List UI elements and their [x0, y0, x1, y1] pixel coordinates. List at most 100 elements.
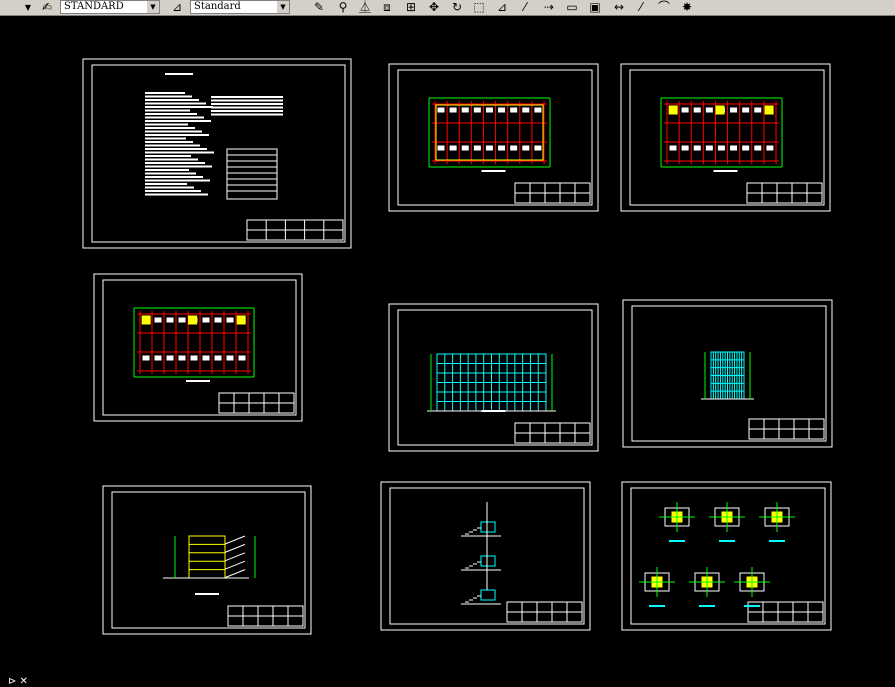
properties-toolbar: ▼ ✍ STANDARD ▼ ⊿ Standard ▼ ✎ ⚲ ⏅ ⧈ ⊞ ✥ …	[0, 0, 895, 16]
stair-line	[224, 543, 246, 553]
room-label	[437, 107, 445, 113]
ground-floor-plan-sheet	[388, 63, 599, 212]
room-label	[522, 145, 530, 151]
stair-detail	[480, 589, 496, 601]
room-label	[510, 145, 518, 151]
sheet-inner-border	[629, 69, 825, 206]
plan-outline	[434, 103, 545, 162]
room-label	[485, 107, 493, 113]
room-label	[742, 145, 750, 151]
room-label	[681, 107, 689, 113]
sheet-inner-border	[397, 69, 593, 206]
text-style-value: STANDARD	[64, 1, 124, 12]
room-label	[705, 107, 713, 113]
sheet-inner-border	[397, 309, 593, 446]
dim-style-icon[interactable]: ⊿	[168, 0, 186, 15]
room-label	[730, 107, 738, 113]
room-label	[461, 107, 469, 113]
arc-icon[interactable]: ⌒	[655, 0, 673, 15]
room-label	[166, 355, 174, 361]
room-label	[226, 317, 234, 323]
column-detail-sheet	[621, 481, 832, 631]
room-label	[238, 355, 246, 361]
extend-icon[interactable]: ⇢	[540, 0, 558, 15]
trim-icon[interactable]: ⁄	[516, 0, 534, 15]
scale-icon[interactable]: ⬚	[470, 0, 488, 15]
break-icon[interactable]: ▭	[563, 0, 581, 15]
room-label	[705, 145, 713, 151]
room-label	[498, 107, 506, 113]
stair-line	[224, 552, 246, 562]
room-label	[449, 107, 457, 113]
stair-highlight	[715, 105, 725, 115]
room-label	[693, 145, 701, 151]
stair-line	[224, 569, 246, 579]
room-label	[166, 317, 174, 323]
dim-style-value: Standard	[194, 1, 241, 12]
sheet-border	[388, 303, 599, 452]
dim-style-select[interactable]: Standard ▼	[190, 0, 290, 14]
room-label	[522, 107, 530, 113]
room-label	[142, 355, 150, 361]
room-label	[510, 107, 518, 113]
join-icon[interactable]: ▣	[586, 0, 604, 15]
array-icon[interactable]: ⊞	[402, 0, 420, 15]
section-outline	[188, 535, 226, 579]
room-label	[202, 317, 210, 323]
stair-highlight	[141, 315, 151, 325]
room-label	[766, 145, 774, 151]
room-label	[214, 317, 222, 323]
mirror-icon[interactable]: ⏅	[356, 0, 374, 15]
text-style-icon[interactable]: ✍	[38, 0, 56, 15]
room-label	[473, 145, 481, 151]
room-label	[693, 107, 701, 113]
room-label	[214, 355, 222, 361]
fillet-icon[interactable]: ⁄	[632, 0, 650, 15]
room-label	[154, 317, 162, 323]
measure-icon[interactable]: ⚲	[334, 0, 352, 15]
side-elevation-sheet	[622, 299, 833, 448]
room-label	[178, 317, 186, 323]
stair-highlight	[668, 105, 678, 115]
room-label	[534, 107, 542, 113]
room-label	[437, 145, 445, 151]
room-label	[154, 355, 162, 361]
sheet-border	[93, 273, 303, 422]
room-label	[226, 355, 234, 361]
stair-highlight	[236, 315, 246, 325]
move-icon[interactable]: ✥	[425, 0, 443, 15]
room-label	[681, 145, 689, 151]
text-style-select[interactable]: STANDARD ▼	[60, 0, 160, 14]
room-label	[534, 145, 542, 151]
offset-icon[interactable]: ⧈	[378, 0, 396, 15]
room-label	[473, 107, 481, 113]
sheet-border	[102, 485, 312, 635]
highlight-outline	[435, 104, 544, 161]
stair-line	[224, 535, 246, 545]
layer-dropdown-arrow[interactable]: ▼	[22, 2, 34, 13]
stair-detail	[480, 555, 496, 567]
room-label	[461, 145, 469, 151]
explode-icon[interactable]: ✸	[678, 0, 696, 15]
roof-plan-sheet	[93, 273, 303, 422]
room-label	[717, 145, 725, 151]
rotate-icon[interactable]: ↻	[448, 0, 466, 15]
pencil-icon[interactable]: ✎	[310, 0, 328, 15]
room-label	[498, 145, 506, 151]
stair-detail	[480, 521, 496, 533]
drawing-canvas[interactable]: ⊳ ✕	[0, 16, 895, 687]
stair-line	[224, 560, 246, 570]
chevron-down-icon: ▼	[147, 1, 159, 13]
room-label	[485, 145, 493, 151]
room-label	[449, 145, 457, 151]
stretch-icon[interactable]: ⊿	[493, 0, 511, 15]
room-label	[669, 145, 677, 151]
room-label	[754, 145, 762, 151]
sheet-border	[388, 63, 599, 212]
chamfer-icon[interactable]: ↔	[610, 0, 628, 15]
section-sheet	[102, 485, 312, 635]
standard-floor-plan-sheet	[620, 63, 831, 212]
design-notes-sheet	[82, 58, 352, 249]
front-elevation-sheet	[388, 303, 599, 452]
room-label	[754, 107, 762, 113]
